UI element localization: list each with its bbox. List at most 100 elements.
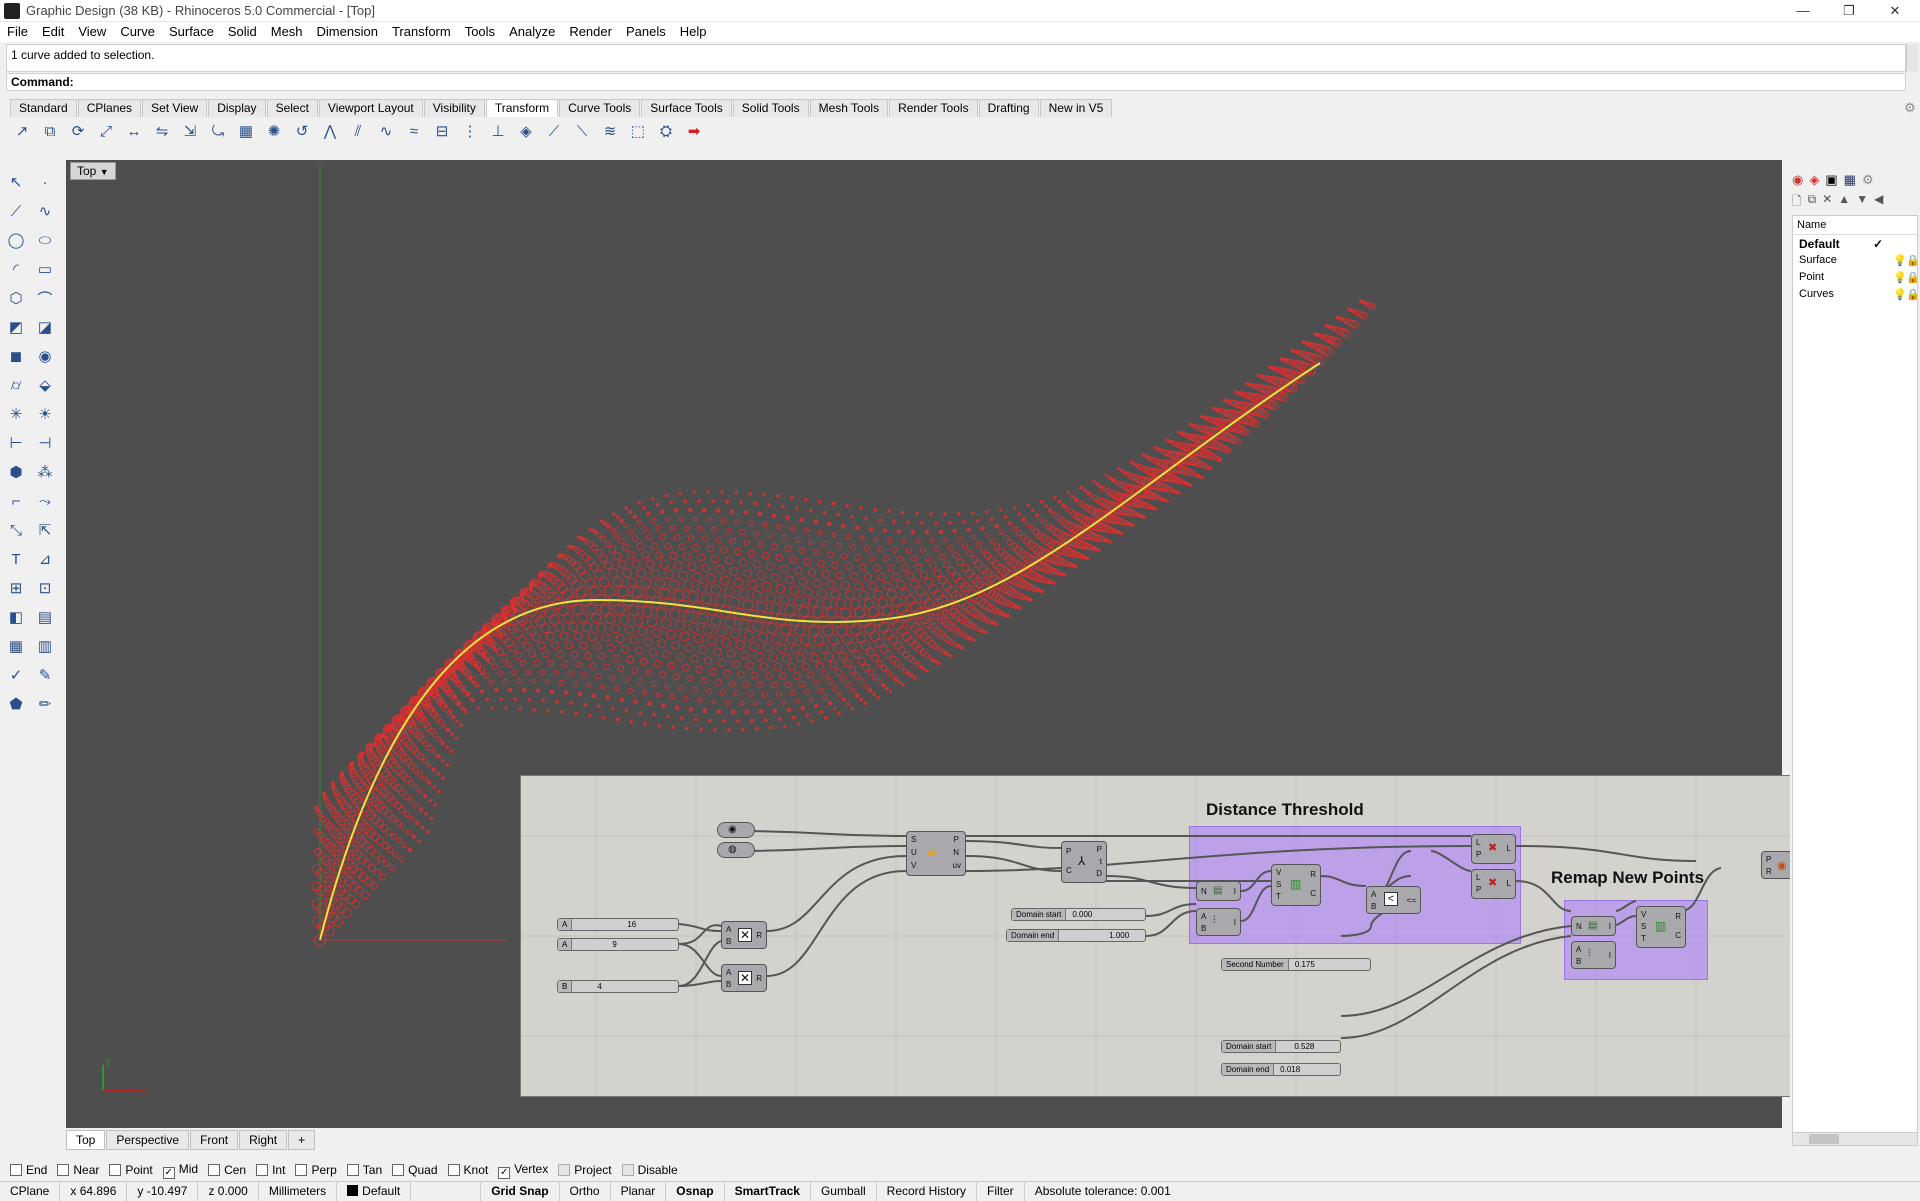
curve-param-component[interactable]: ◍	[717, 842, 755, 858]
scroll-thumb[interactable]	[1809, 1134, 1839, 1144]
viewport-tab-right[interactable]: Right	[239, 1130, 288, 1150]
tab-surface-tools[interactable]: Surface Tools	[641, 99, 732, 117]
divide-surface-component[interactable]: S U V ▰ P Nuv	[906, 831, 966, 876]
command-line[interactable]: Command:	[6, 73, 1906, 91]
remap-numbers-component-1[interactable]: V S T ▥ R C	[1271, 864, 1321, 906]
close-button[interactable]: ✕	[1872, 0, 1918, 22]
bend-icon[interactable]: ↺	[290, 119, 314, 143]
osnap-knot-checkbox[interactable]	[447, 1164, 460, 1176]
viewport-tab-perspective[interactable]: Perspective	[106, 1130, 190, 1150]
osnap-perp-checkbox[interactable]	[295, 1164, 308, 1176]
osnap-end[interactable]: End	[10, 1163, 47, 1177]
menu-help[interactable]: Help	[673, 22, 714, 39]
filter-icon[interactable]: ◀	[1874, 192, 1883, 213]
osnap-tan-checkbox[interactable]	[346, 1164, 359, 1176]
tab-display[interactable]: Display	[208, 99, 266, 117]
menu-edit[interactable]: Edit	[35, 22, 71, 39]
lock-icon[interactable]: 🔒	[1906, 288, 1920, 301]
polar-array-icon[interactable]: ✺	[262, 119, 286, 143]
group-icon[interactable]: ⬢	[4, 460, 28, 484]
slider-b-4[interactable]: B4	[557, 980, 679, 993]
menu-dimension[interactable]: Dimension	[310, 22, 385, 39]
mirror-icon[interactable]: ⇋	[150, 119, 174, 143]
tab-visibility[interactable]: Visibility	[423, 99, 485, 117]
multiplication-component-2[interactable]: A B ✕ R	[721, 964, 767, 992]
block-icon[interactable]: ◧	[4, 605, 28, 629]
dimension-icon[interactable]: ⊢	[4, 431, 28, 455]
layer-row-curves[interactable]: Curves 💡 🔒	[1793, 286, 1920, 303]
next-toolbar-arrow-icon[interactable]: ➡	[682, 119, 706, 143]
osnap-project[interactable]: Project	[558, 1163, 612, 1177]
scale-1d-icon[interactable]: ↔	[122, 119, 146, 143]
text-icon[interactable]: T	[4, 547, 28, 571]
gumball-toggle[interactable]: Gumball	[811, 1181, 877, 1201]
add-viewport-tab-button[interactable]: +	[288, 1130, 316, 1150]
curve-icon[interactable]: ∿	[33, 199, 57, 223]
surface-corner-icon[interactable]: ◩	[4, 315, 28, 339]
array-tool-icon[interactable]: ▦	[4, 634, 28, 658]
osnap-quad-checkbox[interactable]	[392, 1164, 405, 1176]
ortho-toggle[interactable]: Ortho	[560, 1181, 611, 1201]
lightbulb-icon[interactable]: 💡	[1893, 271, 1907, 284]
display-tab-icon[interactable]: ▣	[1825, 172, 1837, 188]
osnap-vertex[interactable]: ✓ Vertex	[498, 1162, 548, 1179]
polyline-icon[interactable]: ⟋	[4, 199, 28, 223]
tab-standard[interactable]: Standard	[10, 99, 77, 117]
flow-icon[interactable]: ∿	[374, 119, 398, 143]
smaller-than-component[interactable]: A B < <=	[1366, 886, 1421, 914]
arc-icon[interactable]: ◜	[4, 257, 28, 281]
tab-set-view[interactable]: Set View	[142, 99, 208, 117]
tab-solid-tools[interactable]: Solid Tools	[732, 99, 809, 117]
layers-horizontal-scrollbar[interactable]	[1792, 1132, 1918, 1146]
slider-a-16[interactable]: A 16	[557, 918, 679, 931]
lightbulb-icon[interactable]: 💡	[1893, 288, 1907, 301]
menu-file[interactable]: File	[0, 22, 35, 39]
viewport-tab-top[interactable]: Top	[66, 1130, 106, 1150]
boolean-union-icon[interactable]: ◉	[33, 344, 57, 368]
point-icon[interactable]: ·	[33, 170, 57, 194]
grid-snap-toggle[interactable]: Grid Snap	[481, 1181, 560, 1201]
planar-toggle[interactable]: Planar	[611, 1181, 667, 1201]
grasshopper-canvas[interactable]: Distance Threshold Remap New Points A B …	[520, 775, 1862, 1097]
split-icon[interactable]: ⌐	[4, 489, 28, 513]
menu-view[interactable]: View	[71, 22, 113, 39]
osnap-knot[interactable]: Knot	[447, 1163, 488, 1177]
viewport-menu-arrow-icon[interactable]: ▼	[100, 167, 109, 177]
slider-second-number[interactable]: Second Number 0.175	[1221, 958, 1371, 971]
osnap-project-checkbox[interactable]	[558, 1164, 571, 1176]
scale-icon[interactable]: ⤢	[94, 119, 118, 143]
tab-viewport-layout[interactable]: Viewport Layout	[318, 99, 423, 117]
rotate-icon[interactable]: ⟳	[66, 119, 90, 143]
check-icon[interactable]: ✓	[4, 663, 28, 687]
menu-curve[interactable]: Curve	[113, 22, 162, 39]
history-scrollbar[interactable]	[1906, 44, 1918, 72]
ellipse-icon[interactable]: ⬭	[33, 228, 57, 252]
slider-domain-start-1[interactable]: Domain start 0.000	[1011, 908, 1146, 921]
osnap-toggle[interactable]: Osnap	[666, 1181, 725, 1201]
orient-tool-icon[interactable]: ⊡	[33, 576, 57, 600]
move-icon[interactable]: ↗	[10, 119, 34, 143]
tab-mesh-tools[interactable]: Mesh Tools	[809, 99, 889, 117]
array-icon[interactable]: ▦	[234, 119, 258, 143]
color-wheel-icon[interactable]: ◉	[1792, 172, 1803, 188]
menu-tools[interactable]: Tools	[458, 22, 502, 39]
construct-domain-component-2[interactable]: A B ⫶ I	[1571, 941, 1616, 969]
toolbar-settings-gear-icon[interactable]: ⚙	[1904, 100, 1916, 116]
render-icon[interactable]: ☀	[33, 402, 57, 426]
shear-icon[interactable]: ⫽	[346, 119, 370, 143]
menu-render[interactable]: Render	[562, 22, 619, 39]
osnap-end-checkbox[interactable]	[10, 1164, 22, 1176]
tab-drafting[interactable]: Drafting	[978, 99, 1039, 117]
osnap-quad[interactable]: Quad	[392, 1163, 438, 1177]
osnap-perp[interactable]: Perp	[295, 1163, 337, 1177]
tab-cplanes[interactable]: CPlanes	[77, 99, 142, 117]
osnap-cen-checkbox[interactable]	[208, 1164, 221, 1176]
osnap-int-checkbox[interactable]	[256, 1164, 269, 1176]
viewport-title[interactable]: Top ▼	[70, 162, 116, 180]
smash-icon[interactable]: ≈	[402, 119, 426, 143]
new-sublayer-icon[interactable]: ⧉	[1808, 192, 1817, 213]
bounds-component-2[interactable]: N ▤ I	[1571, 916, 1616, 936]
copy-icon[interactable]: ⧉	[38, 119, 62, 143]
rectangle-icon[interactable]: ▭	[33, 257, 57, 281]
layout-icon[interactable]: ▤	[33, 605, 57, 629]
